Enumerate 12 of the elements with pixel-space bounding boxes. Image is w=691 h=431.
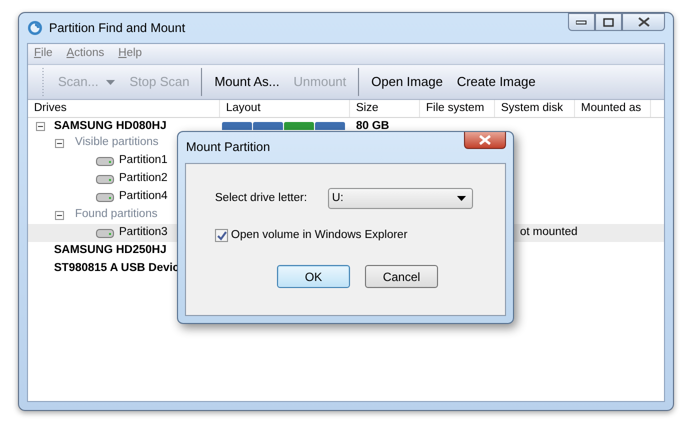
dialog-title: Mount Partition [185, 139, 270, 156]
partition-name: Partition4 [119, 189, 168, 204]
partition-name: Partition2 [119, 171, 168, 186]
drive-name: SAMSUNG HD250HJ [54, 243, 166, 258]
drive-letter-label: Select drive letter: [215, 190, 308, 206]
window-title: Partition Find and Mount [49, 20, 186, 37]
checkbox-label: Open volume in Windows Explorer [231, 228, 408, 243]
partition-name: Partition3 [119, 225, 168, 240]
partition-name: Partition1 [119, 153, 168, 168]
drive-name: SAMSUNG HD080HJ [54, 119, 166, 134]
table-cell-text: ot mounted [520, 225, 578, 240]
size-cell-text: 80 GB [356, 119, 390, 134]
